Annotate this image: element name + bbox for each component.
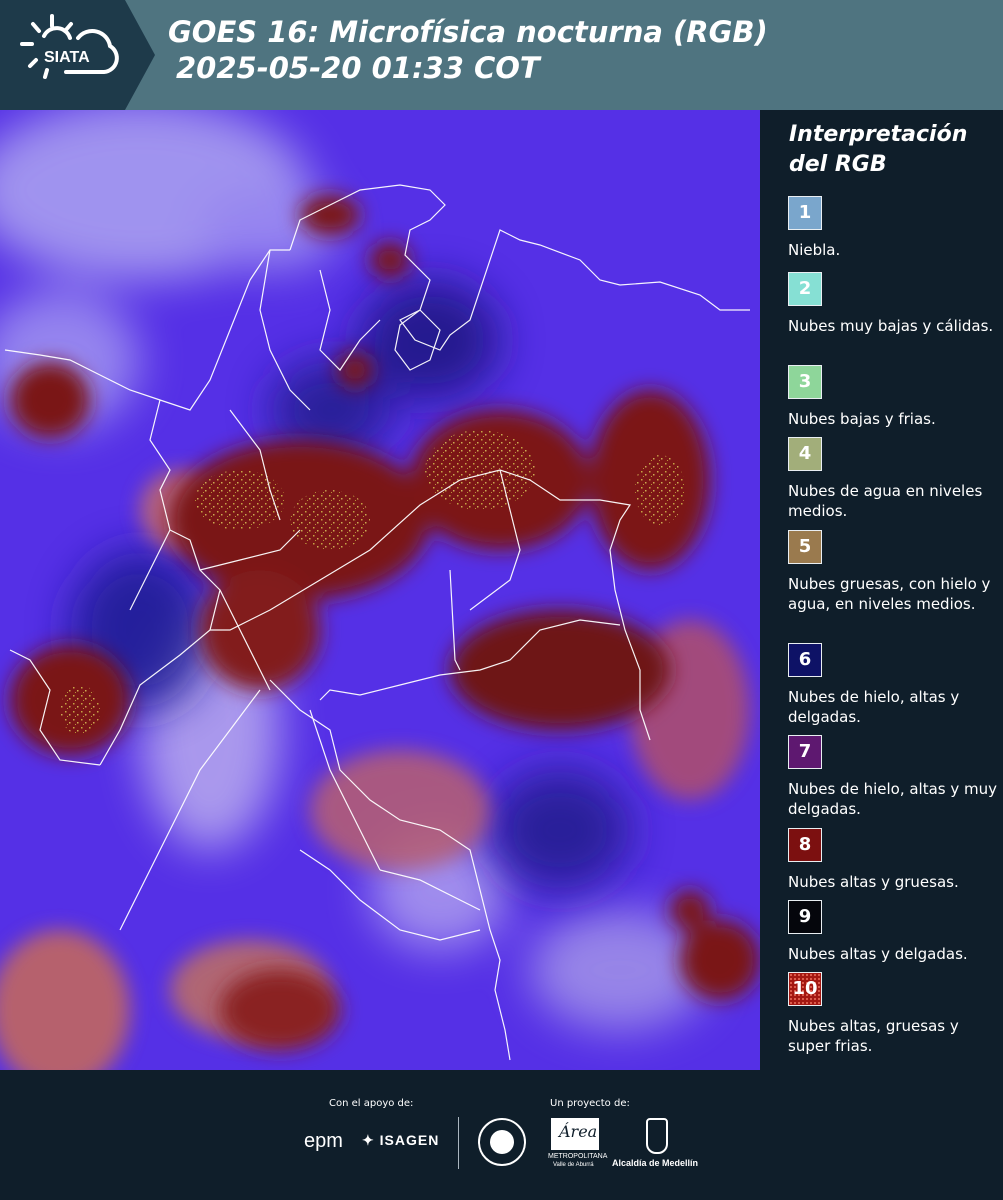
legend-item-7: 7 Nubes de hielo, altas y muy delgadas.: [788, 735, 998, 819]
legend-item-8: 8 Nubes altas y gruesas.: [788, 828, 998, 892]
legend-label: Niebla.: [788, 241, 841, 259]
university-seal-icon: [478, 1118, 526, 1166]
area-metropolitana-label: METROPOLITANA: [548, 1153, 608, 1160]
legend-item-9: 9 Nubes altas y delgadas.: [788, 900, 998, 964]
area-metropolitana-sub: Valle de Aburrá: [553, 1162, 594, 1168]
title-line-2: 2025-05-20 01:33 COT: [176, 51, 540, 85]
satellite-map: [0, 110, 760, 1070]
medellin-shield-icon: [646, 1118, 668, 1154]
footer: Con el apoyo de: Un proyecto de: epm ✦ I…: [0, 1070, 1003, 1200]
siata-logo: SIATA: [0, 0, 155, 110]
area-metropolitana-logo: Área: [551, 1118, 599, 1150]
legend-item-5: 5 Nubes gruesas, con hielo y agua, en ni…: [788, 530, 998, 614]
isagen-arrow-icon: ✦: [362, 1132, 375, 1148]
legend-swatch: 9: [788, 900, 822, 934]
legend-label: Nubes de hielo, altas y delgadas.: [788, 688, 960, 726]
legend-panel: Interpretación del RGB 1 Niebla. 2 Nubes…: [775, 110, 1003, 1070]
legend-label: Nubes muy bajas y cálidas.: [788, 317, 994, 335]
epm-logo: epm: [304, 1130, 343, 1152]
legend-item-10: 10 Nubes altas, gruesas y super frias.: [788, 972, 998, 1056]
legend-swatch: 6: [788, 643, 822, 677]
legend-label: Nubes bajas y frias.: [788, 410, 936, 428]
legend-label: Nubes altas, gruesas y super frias.: [788, 1017, 959, 1055]
footer-divider: [458, 1117, 459, 1169]
legend-label: Nubes altas y delgadas.: [788, 945, 968, 963]
legend-swatch: 2: [788, 272, 822, 306]
sun-cloud-icon: SIATA: [0, 0, 155, 110]
legend-swatch: 3: [788, 365, 822, 399]
legend-item-6: 6 Nubes de hielo, altas y delgadas.: [788, 643, 998, 727]
project-caption: Un proyecto de:: [550, 1098, 630, 1109]
page-title: GOES 16: Microfísica nocturna (RGB) 2025…: [168, 14, 768, 86]
legend-item-3: 3 Nubes bajas y frias.: [788, 365, 998, 429]
legend-swatch: 1: [788, 196, 822, 230]
legend-swatch: 4: [788, 437, 822, 471]
legend-label: Nubes de hielo, altas y muy delgadas.: [788, 780, 998, 818]
alcaldia-medellin-label: Alcaldía de Medellín: [612, 1158, 699, 1168]
legend-swatch: 7: [788, 735, 822, 769]
legend-item-1: 1 Niebla.: [788, 196, 998, 260]
legend-swatch: 10: [788, 972, 822, 1006]
title-line-1: GOES 16: Microfísica nocturna (RGB): [168, 15, 768, 49]
support-caption: Con el apoyo de:: [329, 1098, 414, 1109]
isagen-logo: ✦ ISAGEN: [362, 1132, 440, 1148]
legend-label: Nubes gruesas, con hielo y agua, en nive…: [788, 575, 991, 613]
header: SIATA GOES 16: Microfísica nocturna (RGB…: [0, 0, 1003, 110]
legend-item-2: 2 Nubes muy bajas y cálidas.: [788, 272, 998, 336]
rgb-composite-image: [0, 110, 760, 1070]
legend-item-4: 4 Nubes de agua en niveles medios.: [788, 437, 998, 521]
legend-label: Nubes altas y gruesas.: [788, 873, 959, 891]
legend-title: Interpretación del RGB: [789, 122, 968, 177]
legend-swatch: 8: [788, 828, 822, 862]
legend-label: Nubes de agua en niveles medios.: [788, 482, 983, 520]
logo-text: SIATA: [44, 49, 90, 66]
legend-swatch: 5: [788, 530, 822, 564]
